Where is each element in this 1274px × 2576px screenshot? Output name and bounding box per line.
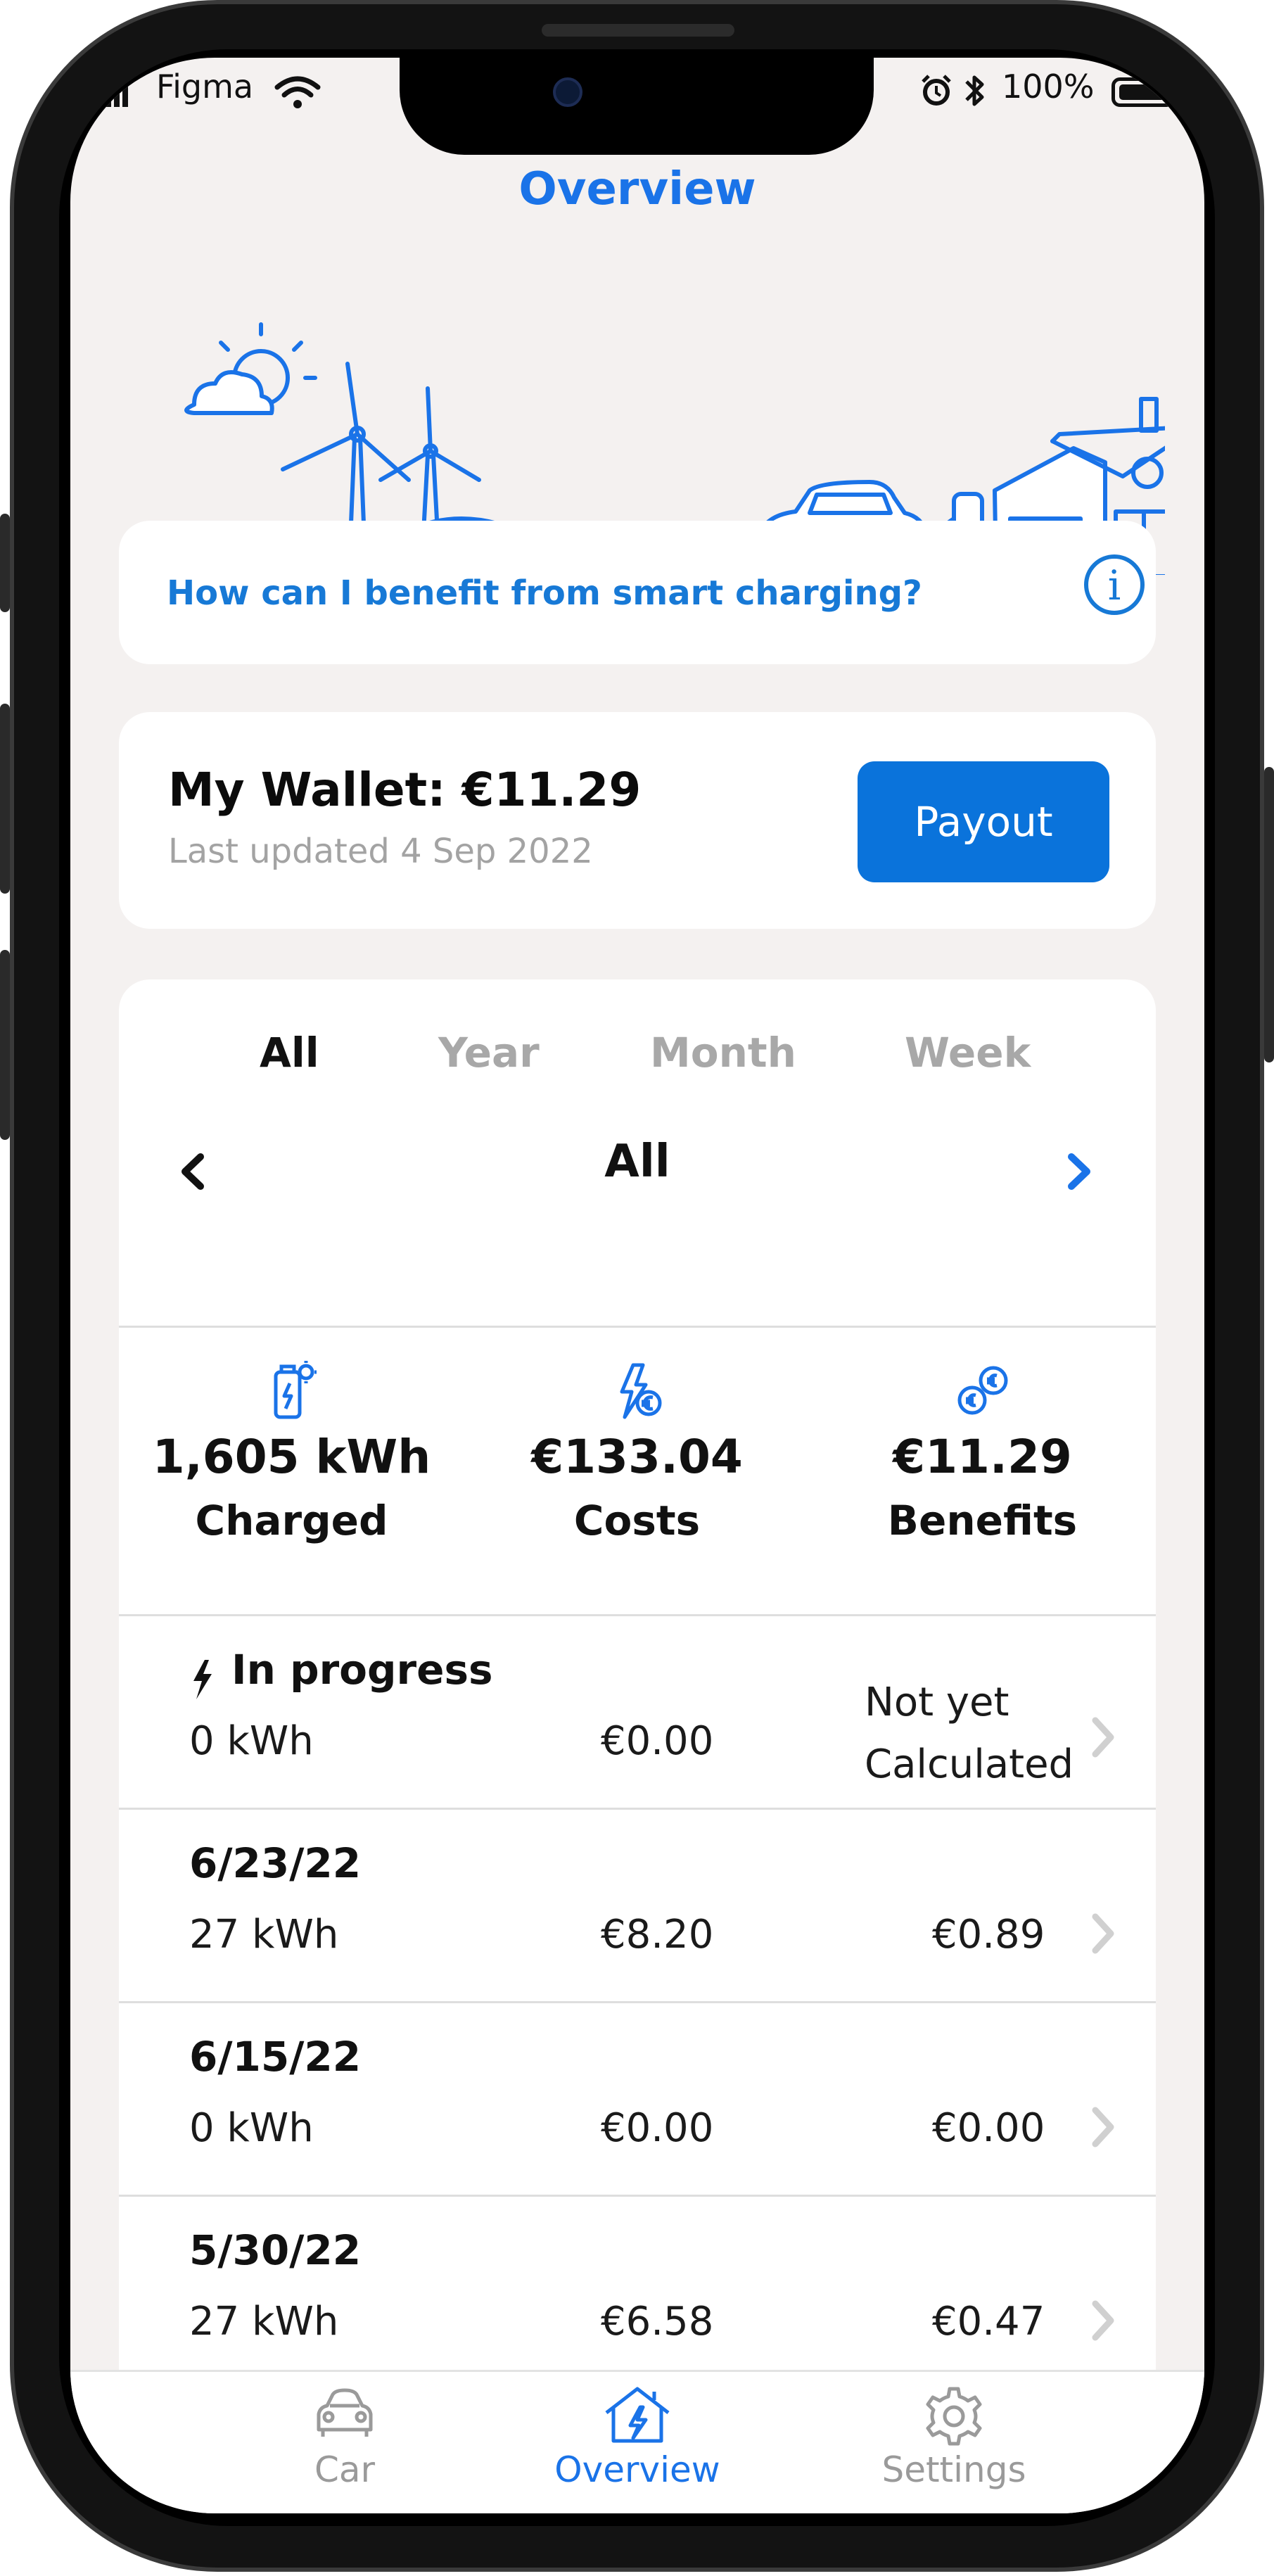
chevron-right-icon xyxy=(1088,2105,1116,2150)
signal-icon xyxy=(106,77,134,108)
battery-percent: 100% xyxy=(1002,68,1095,106)
carrier-label: Figma xyxy=(156,68,254,106)
session-cost: €6.58 xyxy=(601,2299,714,2345)
next-period-button[interactable] xyxy=(1062,1147,1097,1196)
tabbar-item-overview[interactable]: Overview xyxy=(497,2372,778,2513)
side-button-power xyxy=(1264,767,1274,1062)
session-energy: 0 kWh xyxy=(189,1718,314,1764)
tabbar-label-settings: Settings xyxy=(881,2449,1026,2490)
session-energy: 27 kWh xyxy=(189,1912,339,1958)
session-date: 5/30/22 xyxy=(189,2226,362,2274)
stat-charged-value: 1,605 kWh xyxy=(152,1430,431,1484)
cost-lightning-icon xyxy=(464,1359,810,1430)
session-benefit: €0.89 xyxy=(932,1912,1045,1958)
charging-stats-card: All Year Month Week All 1,605 kWh Charge… xyxy=(119,979,1156,2390)
info-icon[interactable]: i xyxy=(1084,554,1145,615)
tabbar-item-settings[interactable]: Settings xyxy=(813,2372,1095,2513)
session-energy: 27 kWh xyxy=(189,2299,339,2345)
session-cost: €0.00 xyxy=(601,2105,714,2151)
tabbar-label-car: Car xyxy=(314,2449,376,2490)
tabbar-item-car[interactable]: Car xyxy=(204,2372,485,2513)
battery-icon xyxy=(1111,77,1175,107)
session-date: 6/23/22 xyxy=(189,1839,362,1887)
session-benefit-line2: Calculated xyxy=(865,1741,1074,1787)
tab-year[interactable]: Year xyxy=(438,1029,540,1077)
stat-benefits-label: Benefits xyxy=(887,1497,1078,1544)
wallet-card: My Wallet: €11.29 Last updated 4 Sep 202… xyxy=(119,712,1156,929)
wallet-last-updated: Last updated 4 Sep 2022 xyxy=(168,832,593,871)
chevron-right-icon xyxy=(1088,2298,1116,2343)
session-row[interactable]: 5/30/22 27 kWh €6.58 €0.47 xyxy=(119,2197,1156,2388)
session-row-in-progress[interactable]: In progress 0 kWh €0.00 Not yet Calculat… xyxy=(119,1616,1156,1808)
period-label: All xyxy=(604,1136,670,1188)
chevron-right-icon xyxy=(1088,1715,1116,1760)
session-energy: 0 kWh xyxy=(189,2105,314,2151)
side-button-mute xyxy=(0,514,10,612)
session-row[interactable]: 6/15/22 0 kWh €0.00 €0.00 xyxy=(119,2003,1156,2195)
stat-costs: €133.04 Costs xyxy=(464,1359,810,1544)
gear-icon xyxy=(922,2385,986,2448)
session-date: 6/15/22 xyxy=(189,2033,362,2081)
smart-charging-question[interactable]: How can I benefit from smart charging? xyxy=(167,573,922,613)
tab-week[interactable]: Week xyxy=(905,1029,1031,1077)
tab-all[interactable]: All xyxy=(260,1029,319,1077)
payout-button[interactable]: Payout xyxy=(858,761,1109,882)
session-benefit: €0.00 xyxy=(932,2105,1045,2151)
tabbar-label-overview: Overview xyxy=(554,2449,720,2490)
camera-icon xyxy=(553,77,582,107)
page-title: Overview xyxy=(518,163,756,215)
wallet-balance: My Wallet: €11.29 xyxy=(168,763,642,817)
alarm-icon xyxy=(919,73,954,108)
lightning-icon xyxy=(189,1658,215,1701)
tab-month[interactable]: Month xyxy=(650,1029,796,1077)
app-screen: Figma 100% Overview How can I benefit fr… xyxy=(70,58,1204,2513)
chevron-right-icon xyxy=(1088,1911,1116,1956)
stat-charged-label: Charged xyxy=(195,1497,388,1544)
house-charging-icon xyxy=(602,2383,673,2447)
coins-icon xyxy=(810,1359,1155,1430)
session-cost: €0.00 xyxy=(601,1718,714,1764)
session-row[interactable]: 6/23/22 27 kWh €8.20 €0.89 xyxy=(119,1810,1156,2001)
battery-fill xyxy=(1119,84,1167,100)
battery-charging-icon xyxy=(119,1359,464,1430)
session-cost: €8.20 xyxy=(601,1912,714,1958)
speaker-grille xyxy=(542,24,734,37)
divider xyxy=(119,1326,1156,1328)
notch xyxy=(400,58,874,155)
stat-costs-label: Costs xyxy=(573,1497,701,1544)
session-benefit: €0.47 xyxy=(932,2299,1045,2345)
bluetooth-icon xyxy=(962,72,988,110)
side-button-volume-down xyxy=(0,950,10,1140)
bottom-tab-bar: Car Overview Settings xyxy=(70,2370,1204,2513)
session-benefit-line1: Not yet xyxy=(865,1680,1009,1725)
session-date: In progress xyxy=(231,1646,493,1694)
stat-charged: 1,605 kWh Charged xyxy=(119,1359,464,1544)
side-button-volume-up xyxy=(0,704,10,894)
car-icon xyxy=(313,2386,376,2442)
stat-benefits-value: €11.29 xyxy=(893,1430,1072,1484)
stat-benefits: €11.29 Benefits xyxy=(810,1359,1155,1544)
wifi-icon xyxy=(274,75,321,110)
stat-costs-value: €133.04 xyxy=(531,1430,743,1484)
smart-charging-info-card[interactable]: How can I benefit from smart charging? i xyxy=(119,521,1156,664)
